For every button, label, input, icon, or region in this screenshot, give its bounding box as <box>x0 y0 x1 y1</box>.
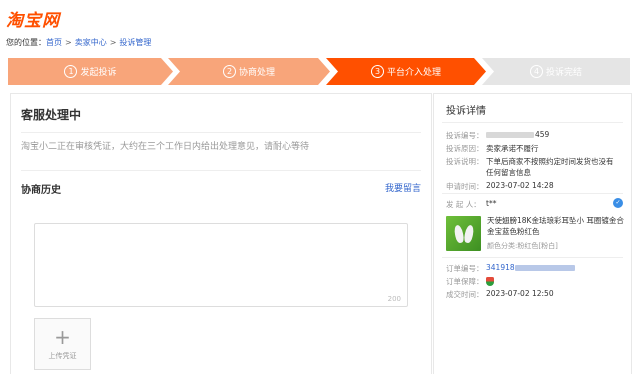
breadcrumb-separator: > <box>109 38 117 47</box>
reason-row: 投诉原因： 卖家承诺不履行 <box>446 143 539 154</box>
reason-label: 投诉原因： <box>446 144 484 153</box>
order-protection-label: 订单保障： <box>446 277 484 286</box>
step-label: 协商处理 <box>238 68 275 78</box>
main-panel: 客服处理中 淘宝小二正在审核凭证，大约在三个工作日内给出处理意见，请耐心等待 协… <box>10 93 432 374</box>
divider <box>21 170 421 171</box>
leave-message-link[interactable]: 我要留言 <box>385 181 421 194</box>
divider <box>442 257 623 258</box>
progress-steps: 1 发起投诉 2 协商处理 3 平台介入处理 4 投诉完结 <box>8 58 630 85</box>
step-number: 4 <box>529 65 543 78</box>
complaint-no-label: 投诉编号： <box>446 131 484 140</box>
breadcrumb-seller-center-link[interactable]: 卖家中心 <box>75 38 107 47</box>
protection-shield-icon <box>486 276 494 286</box>
breadcrumb-complaint-management-link[interactable]: 投诉管理 <box>119 38 151 47</box>
description-line-2: 任何留言信息 <box>486 168 531 177</box>
step-platform-intervention: 3 平台介入处理 <box>326 58 486 85</box>
divider <box>442 122 623 123</box>
step-number: 1 <box>64 65 78 78</box>
complaint-no-suffix: 459 <box>535 130 550 139</box>
divider <box>21 132 421 133</box>
apply-time-label: 申请时间： <box>446 182 484 191</box>
breadcrumb-home-link[interactable]: 首页 <box>46 38 62 47</box>
description-label: 投诉说明： <box>446 157 484 166</box>
divider <box>442 193 623 194</box>
product-sku: 颜色分类:粉红色[粉白] <box>487 242 558 250</box>
masked-value <box>486 132 534 138</box>
step-label: 平台介入处理 <box>386 68 441 78</box>
masked-value <box>514 265 575 271</box>
deal-time-row: 成交时间： 2023-07-02 12:50 <box>446 289 554 300</box>
step-negotiation: 2 协商处理 <box>168 58 330 85</box>
order-no-link[interactable]: 341918 <box>486 263 575 272</box>
taobao-logo[interactable]: 淘宝网 <box>6 6 60 31</box>
apply-time-value: 2023-07-02 14:28 <box>486 181 554 190</box>
message-textarea[interactable]: 200 <box>34 223 408 307</box>
breadcrumb: 您的位置：首页 > 卖家中心 > 投诉管理 <box>6 37 151 48</box>
breadcrumb-separator: > <box>65 38 72 47</box>
deal-time-label: 成交时间： <box>446 290 484 299</box>
reason-value: 卖家承诺不履行 <box>486 144 539 153</box>
step-complaint-closed: 4 投诉完结 <box>482 58 630 85</box>
order-no-row: 订单编号： 341918 <box>446 263 575 274</box>
initiator-label: 发 起 人： <box>446 200 481 209</box>
description-line-1: 下单后商家不按照约定时间发货也没有 <box>486 157 614 166</box>
description-row: 投诉说明： 下单后商家不按照约定时间发货也没有 任何留言信息 <box>446 156 614 178</box>
order-protection-row: 订单保障： <box>446 276 494 287</box>
product-thumbnail[interactable] <box>446 216 481 251</box>
upload-label: 上传凭证 <box>48 352 77 360</box>
apply-time-row: 申请时间： 2023-07-02 14:28 <box>446 181 554 192</box>
chat-icon[interactable]: ✓ <box>613 198 623 208</box>
step-initiate-complaint: 1 发起投诉 <box>8 58 173 85</box>
history-title: 协商历史 <box>21 185 61 196</box>
status-text: 淘宝小二正在审核凭证，大约在三个工作日内给出处理意见，请耐心等待 <box>21 142 310 152</box>
complaint-details-panel: 投诉详情 投诉编号： 459 投诉原因： 卖家承诺不履行 投诉说明： 下单后商家不按照… <box>433 93 632 374</box>
step-number: 3 <box>370 65 384 78</box>
details-title: 投诉详情 <box>446 106 486 117</box>
page-title: 客服处理中 <box>21 108 82 122</box>
breadcrumb-prefix: 您的位置： <box>6 38 46 47</box>
step-number: 2 <box>222 65 236 78</box>
order-no-label: 订单编号： <box>446 264 484 273</box>
step-label: 投诉完结 <box>545 68 582 78</box>
deal-time-value: 2023-07-02 12:50 <box>486 289 554 298</box>
product-title-link[interactable]: 天使翅膀18K金珐琅彩耳坠小 耳圈镀金合金宝蓝色粉红色 <box>487 215 625 237</box>
complaint-no-row: 投诉编号： 459 <box>446 130 549 141</box>
order-no-prefix: 341918 <box>486 263 515 272</box>
step-label: 发起投诉 <box>80 68 117 78</box>
initiator-row: 发 起 人： t** <box>446 199 496 210</box>
initiator-value: t** <box>486 199 497 208</box>
plus-icon: + <box>54 325 71 349</box>
upload-evidence-button[interactable]: + 上传凭证 <box>34 318 91 370</box>
char-counter: 200 <box>387 295 401 303</box>
